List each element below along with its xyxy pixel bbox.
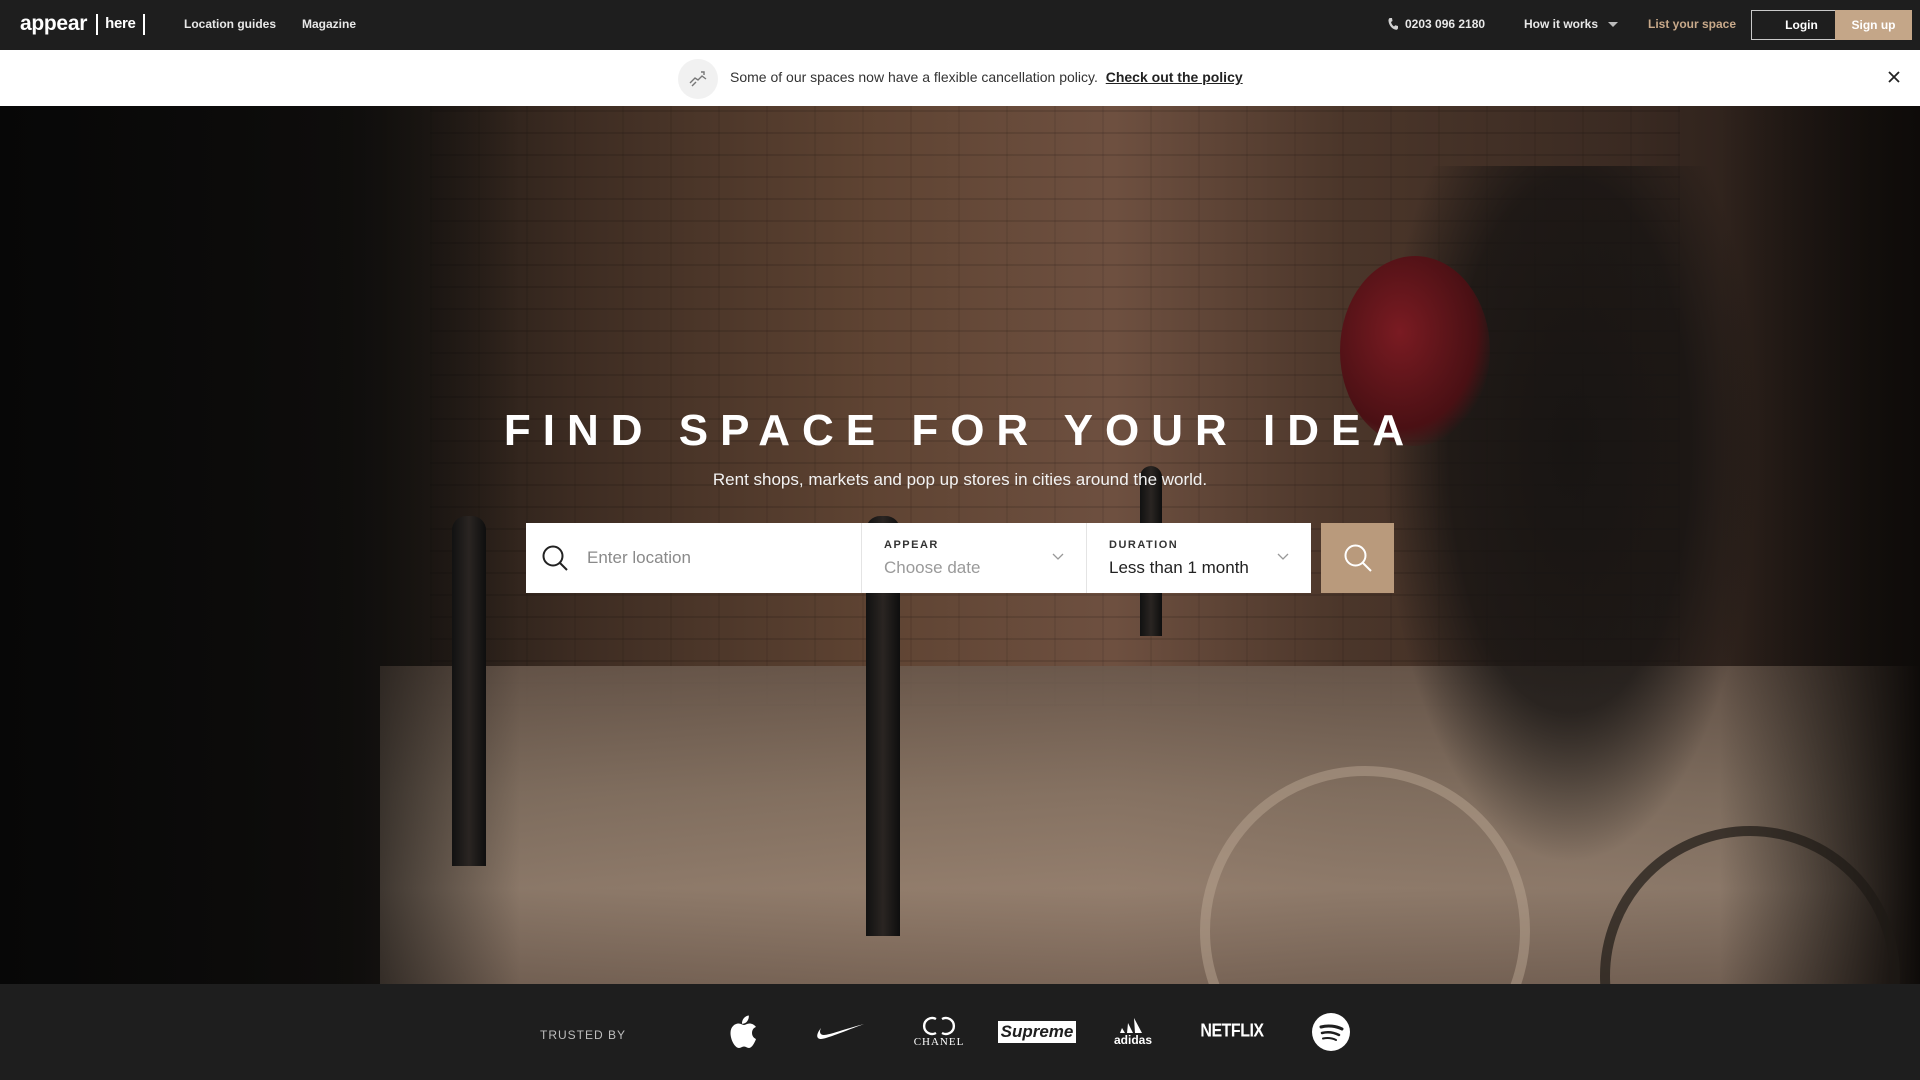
location-input[interactable]: [587, 548, 827, 568]
hero-subtitle: Rent shops, markets and pop up stores in…: [712, 470, 1208, 489]
bollard: [452, 516, 486, 866]
adidas-logo: adidas: [1108, 1012, 1158, 1052]
search-button[interactable]: [1321, 523, 1394, 593]
supreme-logo: Supreme: [997, 1012, 1077, 1052]
phone-number-text: 0203 096 2180: [1405, 17, 1486, 31]
trusted-by-label: TRUSTED BY: [540, 1028, 627, 1042]
chanel-wordmark: CHANEL: [913, 1036, 965, 1048]
banner-message: Some of our spaces now have a flexible c…: [730, 69, 1243, 85]
netflix-wordmark: NETFLIX: [1200, 1021, 1264, 1042]
hero-title: FIND SPACE FOR YOUR IDEA: [503, 406, 1417, 455]
sign-up-button[interactable]: Sign up: [1835, 10, 1912, 40]
search-bar: APPEAR Choose date DURATION Less than 1 …: [526, 523, 1311, 593]
policy-banner: Some of our spaces now have a flexible c…: [0, 50, 1920, 106]
how-it-works-label: How it works: [1524, 17, 1599, 31]
how-it-works-dropdown[interactable]: How it works: [1524, 17, 1619, 31]
duration-label: DURATION: [1109, 539, 1179, 551]
search-icon: [542, 545, 568, 571]
check-policy-link[interactable]: Check out the policy: [1106, 69, 1243, 85]
list-your-space-link[interactable]: List your space: [1648, 17, 1736, 31]
chevron-down-icon: [1052, 553, 1064, 560]
handshake-icon: [678, 59, 718, 99]
nav-link-location-guides[interactable]: Location guides: [184, 17, 276, 31]
duration-value: Less than 1 month: [1109, 558, 1249, 577]
logo-bracket-text: here: [96, 13, 145, 35]
logo-text: appear: [20, 12, 88, 35]
hero-left-shade: [0, 106, 520, 984]
adidas-wordmark: adidas: [1113, 1033, 1152, 1047]
nav-link-magazine[interactable]: Magazine: [302, 17, 356, 31]
phone-icon: [1388, 18, 1398, 30]
trusted-by-strip: TRUSTED BY CHANEL Supreme adidas NETFLIX: [0, 984, 1920, 1080]
appear-date-select[interactable]: APPEAR Choose date: [862, 523, 1087, 593]
caret-down-icon: [1608, 21, 1619, 27]
close-icon[interactable]: [1884, 67, 1904, 87]
spotify-logo: [1311, 1012, 1351, 1052]
appear-label: APPEAR: [884, 539, 939, 551]
netflix-logo: NETFLIX: [1200, 1012, 1264, 1052]
search-icon: [1344, 544, 1372, 572]
banner-text: Some of our spaces now have a flexible c…: [730, 69, 1098, 85]
chanel-logo: CHANEL: [910, 1012, 968, 1052]
phone-number[interactable]: 0203 096 2180: [1388, 17, 1485, 31]
apple-logo: [727, 1012, 759, 1052]
appear-date-value: Choose date: [884, 558, 981, 577]
supreme-wordmark: Supreme: [997, 1021, 1077, 1043]
chevron-down-icon: [1277, 553, 1289, 560]
location-field: [526, 523, 862, 593]
nike-logo: [815, 1012, 865, 1052]
duration-select[interactable]: DURATION Less than 1 month: [1087, 523, 1311, 593]
appear-here-logo[interactable]: appear here: [20, 12, 145, 36]
hero-section: FIND SPACE FOR YOUR IDEA Rent shops, mar…: [0, 106, 1920, 984]
top-navigation: appear here Location guides Magazine 020…: [0, 0, 1920, 50]
